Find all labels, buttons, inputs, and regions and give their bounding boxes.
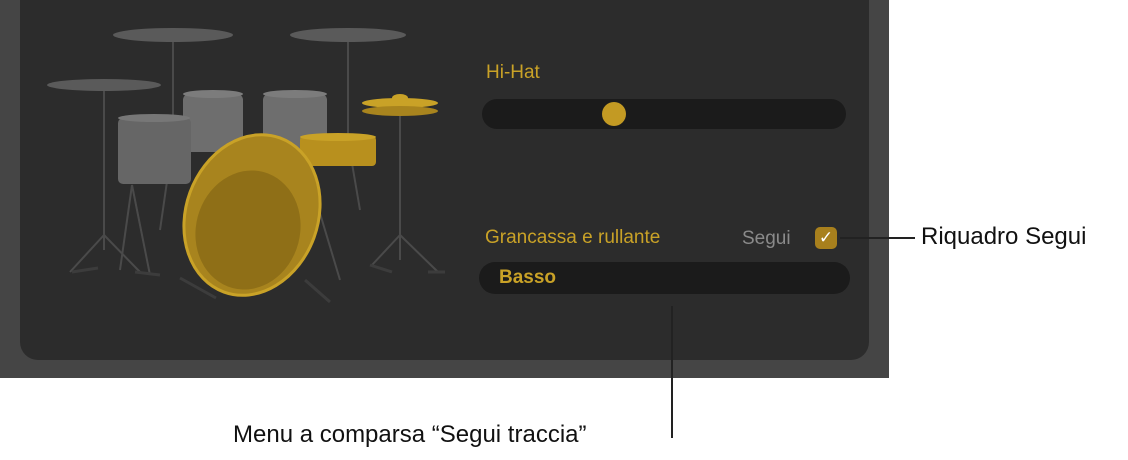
callout-line-popup	[671, 306, 673, 438]
floor-tom	[118, 114, 191, 184]
callout-follow-track-menu: Menu a comparsa “Segui traccia”	[233, 421, 587, 448]
ride-cymbal	[47, 79, 161, 91]
callout-line-checkbox	[840, 237, 915, 239]
follow-label[interactable]: Segui	[742, 228, 791, 250]
hihat-slider[interactable]	[482, 99, 846, 129]
hi-hat-cymbals	[362, 94, 438, 116]
kick-snare-title: Grancassa e rullante	[485, 227, 661, 248]
snare-drum	[300, 133, 376, 166]
checkmark-icon: ✓	[818, 227, 834, 248]
callout-follow-checkbox: Riquadro Segui	[921, 223, 1087, 250]
crash-cymbal-left	[113, 28, 233, 42]
follow-track-popup-menu[interactable]: Basso	[479, 262, 850, 294]
hihat-slider-knob[interactable]	[601, 102, 626, 126]
crash-cymbal-right	[290, 28, 406, 42]
popup-selected-value: Basso	[499, 267, 557, 288]
follow-checkbox[interactable]: ✓	[815, 227, 837, 249]
hihat-title: Hi-Hat	[486, 62, 540, 83]
drum-kit-illustration[interactable]	[40, 10, 460, 310]
